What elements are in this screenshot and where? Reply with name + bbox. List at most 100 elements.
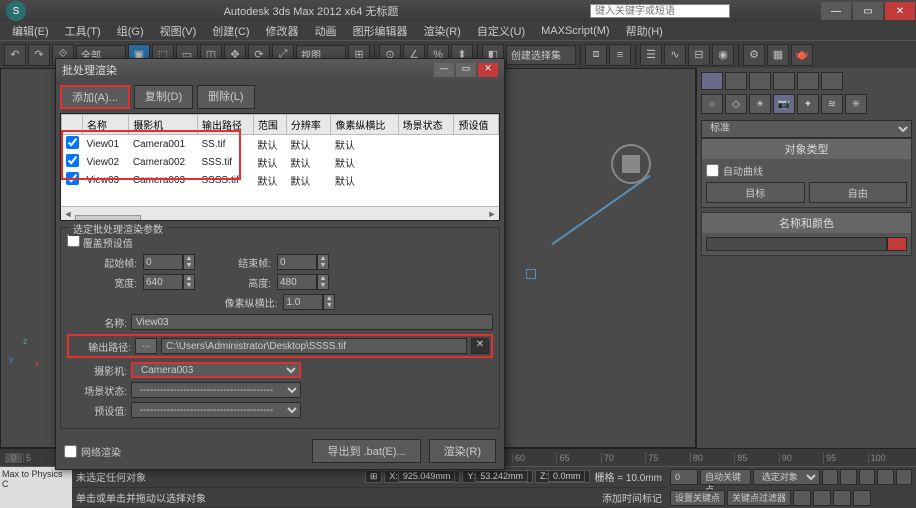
- autokey-button[interactable]: 自动关键点: [700, 469, 751, 485]
- minimize-button[interactable]: —: [821, 2, 851, 20]
- menu-view[interactable]: 视图(V): [152, 23, 205, 39]
- preset-dropdown[interactable]: ----------------------------------------: [131, 402, 301, 418]
- helpers-icon[interactable]: ✦: [797, 94, 819, 114]
- menu-create[interactable]: 创建(C): [204, 23, 257, 39]
- layer-icon[interactable]: ☰: [640, 44, 662, 66]
- menu-graph[interactable]: 图形编辑器: [345, 23, 416, 39]
- height-input[interactable]: [277, 274, 317, 290]
- object-color-swatch[interactable]: [887, 237, 907, 251]
- play-next-icon[interactable]: [877, 469, 893, 485]
- object-name-field[interactable]: [706, 237, 887, 251]
- schematic-icon[interactable]: ⊟: [688, 44, 710, 66]
- end-frame-input[interactable]: [277, 254, 317, 270]
- shapes-icon[interactable]: ◇: [725, 94, 747, 114]
- play-icon[interactable]: [859, 469, 875, 485]
- dialog-close-button[interactable]: ✕: [478, 63, 498, 77]
- play-prev-icon[interactable]: [840, 469, 856, 485]
- script-listener[interactable]: Max to Physics C: [0, 467, 72, 508]
- dialog-maximize-button[interactable]: ▭: [456, 63, 476, 77]
- lights-icon[interactable]: ☀: [749, 94, 771, 114]
- key-target-dropdown[interactable]: 选定对象: [753, 469, 820, 485]
- width-input[interactable]: [143, 274, 183, 290]
- menu-edit[interactable]: 编辑(E): [4, 23, 57, 39]
- material-icon[interactable]: ◉: [712, 44, 734, 66]
- tab-modify[interactable]: [725, 72, 747, 90]
- spinner-icon[interactable]: ▲▼: [323, 294, 335, 310]
- align-icon[interactable]: ≡: [609, 44, 631, 66]
- nav-zoom-icon[interactable]: [813, 490, 831, 506]
- scene-state-dropdown[interactable]: ----------------------------------------: [131, 382, 301, 398]
- table-row[interactable]: View01Camera001SS.tif默认默认默认: [62, 135, 499, 154]
- spinner-icon[interactable]: ▲▼: [183, 274, 195, 290]
- frame-input[interactable]: [670, 469, 698, 485]
- row-checkbox[interactable]: [66, 136, 79, 149]
- tab-hierarchy[interactable]: [749, 72, 771, 90]
- mirror-icon[interactable]: ⧈: [585, 44, 607, 66]
- render-button[interactable]: 渲染(R): [429, 439, 496, 463]
- tab-display[interactable]: [797, 72, 819, 90]
- menu-help[interactable]: 帮助(H): [618, 23, 671, 39]
- row-checkbox[interactable]: [66, 172, 79, 185]
- key-filter-button[interactable]: 关键点过滤器: [727, 490, 791, 506]
- named-sel-dropdown[interactable]: 创建选择集: [506, 45, 576, 65]
- output-path-input[interactable]: [161, 338, 467, 354]
- menu-modifier[interactable]: 修改器: [258, 23, 307, 39]
- play-end-icon[interactable]: [896, 469, 912, 485]
- render-icon[interactable]: 🫖: [791, 44, 813, 66]
- menu-group[interactable]: 组(G): [109, 23, 152, 39]
- camera-dropdown[interactable]: Camera003: [131, 362, 301, 378]
- menu-custom[interactable]: 自定义(U): [469, 23, 533, 39]
- start-frame-input[interactable]: [143, 254, 183, 270]
- maximize-button[interactable]: ▭: [853, 2, 883, 20]
- delete-button[interactable]: 删除(L): [197, 85, 254, 109]
- camera-gizmo[interactable]: [611, 144, 651, 184]
- spinner-icon[interactable]: ▲▼: [317, 274, 329, 290]
- menu-maxscript[interactable]: MAXScript(M): [533, 25, 617, 37]
- table-scrollbar[interactable]: ◄►: [61, 206, 499, 220]
- name-input[interactable]: [131, 314, 493, 330]
- menu-render[interactable]: 渲染(R): [416, 23, 469, 39]
- menu-tools[interactable]: 工具(T): [57, 23, 109, 39]
- nav-max-icon[interactable]: [853, 490, 871, 506]
- search-input[interactable]: [590, 4, 730, 18]
- coord-toggle-icon[interactable]: ⊞: [365, 470, 383, 483]
- spacewarps-icon[interactable]: ≋: [821, 94, 843, 114]
- autogrid-checkbox[interactable]: 自动曲线: [706, 163, 907, 178]
- subcategory-dropdown[interactable]: 标准: [701, 120, 912, 138]
- play-start-icon[interactable]: [822, 469, 838, 485]
- setkey-button[interactable]: 设置关键点: [670, 490, 725, 506]
- curve-editor-icon[interactable]: ∿: [664, 44, 686, 66]
- geometry-icon[interactable]: ○: [701, 94, 723, 114]
- render-setup-icon[interactable]: ⚙: [743, 44, 765, 66]
- systems-icon[interactable]: ✳: [845, 94, 867, 114]
- spinner-icon[interactable]: ▲▼: [183, 254, 195, 270]
- table-row[interactable]: View02Camera002SSS.tif默认默认默认: [62, 153, 499, 171]
- spinner-icon[interactable]: ▲▼: [317, 254, 329, 270]
- tab-create[interactable]: [701, 72, 723, 90]
- render-frame-icon[interactable]: ▦: [767, 44, 789, 66]
- clear-path-button[interactable]: ✕: [471, 338, 489, 354]
- tab-motion[interactable]: [773, 72, 795, 90]
- free-button[interactable]: 自由: [809, 182, 908, 203]
- table-row[interactable]: View03Camera003SSSS.tif默认默认默认: [62, 171, 499, 189]
- menu-anim[interactable]: 动画: [307, 23, 345, 39]
- cameras-icon[interactable]: 📷: [773, 94, 795, 114]
- close-button[interactable]: ✕: [885, 2, 915, 20]
- duplicate-button[interactable]: 复制(D): [134, 85, 193, 109]
- tab-utilities[interactable]: [821, 72, 843, 90]
- dialog-titlebar[interactable]: 批处理渲染 — ▭ ✕: [56, 59, 504, 81]
- undo-icon[interactable]: ↶: [4, 44, 26, 66]
- dialog-minimize-button[interactable]: —: [434, 63, 454, 77]
- camera-target[interactable]: [526, 269, 536, 279]
- views-table[interactable]: 名称 摄影机 输出路径 范围 分辨率 像素纵横比 场景状态 预设值 View01…: [60, 113, 500, 221]
- browse-button[interactable]: ...: [135, 338, 157, 354]
- nav-orbit-icon[interactable]: [833, 490, 851, 506]
- target-button[interactable]: 目标: [706, 182, 805, 203]
- par-input[interactable]: [283, 294, 323, 310]
- add-button[interactable]: 添加(A)...: [60, 85, 130, 109]
- nav-pan-icon[interactable]: [793, 490, 811, 506]
- export-bat-button[interactable]: 导出到 .bat(E)...: [312, 439, 420, 463]
- override-checkbox[interactable]: 覆盖预设值: [67, 234, 133, 250]
- time-tag[interactable]: 添加时间标记: [602, 490, 662, 505]
- redo-icon[interactable]: ↷: [28, 44, 50, 66]
